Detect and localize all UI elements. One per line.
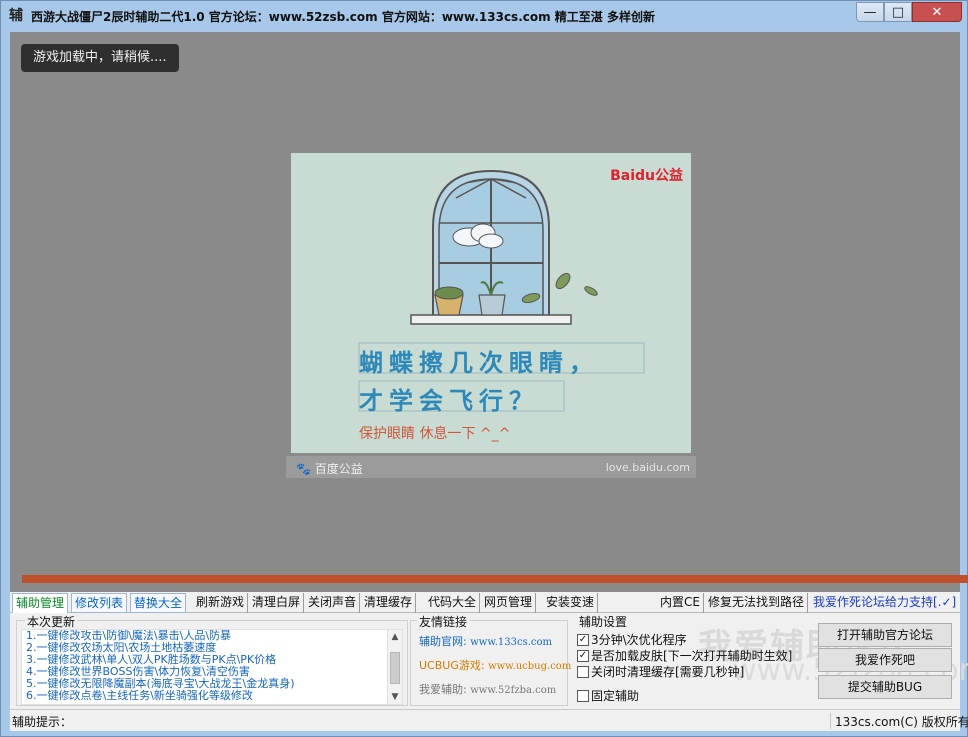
clear-whitescreen-button[interactable]: 清理白屏: [249, 593, 305, 613]
checkbox[interactable]: ✓: [577, 649, 589, 662]
close-button[interactable]: ✕: [912, 2, 962, 22]
settings-title: 辅助设置: [577, 613, 630, 630]
link-url[interactable]: www.133cs.com: [470, 637, 552, 648]
link-label: 辅助官网:: [419, 635, 467, 648]
loading-message: 游戏加载中，请稍候....: [21, 44, 179, 72]
scroll-up-icon[interactable]: ▲: [388, 630, 402, 644]
option-label: 是否加载皮肤[下一次打开辅助时生效]: [591, 649, 793, 663]
updates-scrollbar[interactable]: ▲ ▼: [387, 630, 402, 704]
ad-headline-1: 蝴蝶擦几次眼睛，: [359, 349, 599, 377]
maximize-icon: □: [891, 4, 905, 20]
window-title: 西游大战僵尸2辰时辅助二代1.0 官方论坛：www.52zsb.com 官方网站…: [31, 10, 655, 24]
install-speed-button[interactable]: 安装变速: [543, 593, 599, 613]
status-bar: 辅助提示： 133cs.com(C) 版权所有: [10, 709, 968, 731]
clear-cache-button[interactable]: 清理缓存: [361, 593, 417, 613]
refresh-game-button[interactable]: 刷新游戏: [193, 593, 249, 613]
paw-icon: 🐾: [296, 462, 311, 476]
option-pin-assistant[interactable]: 固定辅助: [577, 687, 639, 704]
option-clear-cache-on-exit[interactable]: 关闭时清理缓存[需要几秒钟]: [577, 663, 744, 680]
ad-footer-url[interactable]: love.baidu.com: [606, 461, 690, 474]
close-icon: ✕: [931, 4, 943, 20]
52fzba-link[interactable]: 我爱辅助: www.52fzba.com: [419, 681, 556, 697]
ad-footer: 🐾 百度公益 love.baidu.com: [286, 456, 696, 478]
builtin-ce-button[interactable]: 内置CE: [657, 593, 704, 613]
ucbug-link[interactable]: UCBUG游戏: www.ucbug.com: [419, 657, 571, 673]
loading-progress-bar: [22, 575, 968, 583]
loading-progress-fill: [22, 575, 968, 583]
forum-support-link[interactable]: 我爱作死论坛给力支持[.✓]: [810, 593, 959, 613]
submit-bug-button[interactable]: 提交辅助BUG: [818, 675, 952, 699]
open-forum-button[interactable]: 打开辅助官方论坛: [818, 623, 952, 647]
option-label: 关闭时清理缓存[需要几秒钟]: [591, 665, 745, 679]
ad-footer-left: 🐾 百度公益: [296, 460, 363, 477]
settings-group: 辅助设置 ✓ 3分钟\次优化程序 ✓ 是否加载皮肤[下一次打开辅助时生效] 关闭…: [570, 613, 814, 706]
scroll-thumb[interactable]: [390, 652, 400, 684]
link-label: UCBUG游戏:: [419, 659, 485, 672]
ad-slogan: 保护眼睛 休息一下 ^_^: [359, 426, 511, 442]
links-title: 友情链接: [417, 613, 470, 630]
option-label: 固定辅助: [591, 689, 640, 703]
link-label: 我爱辅助:: [419, 683, 467, 696]
maximize-button[interactable]: □: [884, 2, 912, 22]
minimize-icon: —: [863, 4, 877, 20]
status-hint: 辅助提示：: [12, 715, 73, 729]
baidu-ad-image: Baidu公益 蝴蝶擦几次眼睛， 才学会飞行？ 保护眼睛 休息一下 ^_^: [291, 153, 691, 453]
link-url[interactable]: www.ucbug.com: [488, 661, 571, 672]
updates-group: 本次更新 1.一键修改攻击\防御\魔法\暴击\人品\防暴 2.一键修改农场太阳\…: [16, 613, 408, 706]
woai-zuosi-button[interactable]: 我爱作死吧: [818, 648, 952, 672]
title-bar[interactable]: 辅 西游大战僵尸2辰时辅助二代1.0 官方论坛：www.52zsb.com 官方…: [1, 1, 967, 31]
checkbox[interactable]: [577, 665, 589, 678]
option-optimize[interactable]: ✓ 3分钟\次优化程序: [577, 631, 687, 648]
mute-sound-button[interactable]: 关闭声音: [305, 593, 361, 613]
ad-footer-brand: 百度公益: [314, 462, 363, 476]
toolbar-strip: 辅助管理 修改列表 替换大全 刷新游戏 清理白屏 关闭声音 清理缓存 代码大全 …: [10, 592, 960, 613]
link-url[interactable]: www.52fzba.com: [470, 685, 556, 696]
tab-assist-manage[interactable]: 辅助管理: [12, 593, 69, 613]
option-load-skin[interactable]: ✓ 是否加载皮肤[下一次打开辅助时生效]: [577, 647, 792, 664]
ad-headline-2: 才学会飞行？: [359, 387, 539, 415]
tab-replace-all[interactable]: 替换大全: [130, 593, 187, 613]
game-viewport[interactable]: 游戏加载中，请稍候.... Baidu公益 蝴蝶擦几次眼睛， 才学会飞行？ 保护…: [10, 32, 968, 592]
app-window: 辅 西游大战僵尸2辰时辅助二代1.0 官方论坛：www.52zsb.com 官方…: [0, 0, 968, 737]
option-label: 3分钟\次优化程序: [591, 633, 687, 647]
scroll-down-icon[interactable]: ▼: [388, 690, 402, 704]
bottom-panel: 本次更新 1.一键修改攻击\防御\魔法\暴击\人品\防暴 2.一键修改农场太阳\…: [10, 613, 968, 709]
copyright-text: 133cs.com(C) 版权所有: [830, 713, 968, 729]
web-manage-button[interactable]: 网页管理: [481, 593, 537, 613]
app-icon: 辅: [9, 8, 23, 24]
minimize-button[interactable]: —: [856, 2, 884, 22]
baidu-logo: Baidu公益: [610, 168, 683, 184]
checkbox[interactable]: ✓: [577, 633, 589, 646]
updates-title: 本次更新: [25, 613, 78, 630]
updates-list[interactable]: 1.一键修改攻击\防御\魔法\暴击\人品\防暴 2.一键修改农场太阳\农场土地枯…: [21, 629, 403, 705]
list-item: 6.一键修改点卷\主线任务\新坐骑强化等级修改: [26, 689, 253, 702]
tab-modify-list[interactable]: 修改列表: [71, 593, 128, 613]
fix-path-button[interactable]: 修复无法找到路径: [705, 593, 809, 613]
code-collection-button[interactable]: 代码大全: [425, 593, 481, 613]
links-group: 友情链接 辅助官网: www.133cs.com UCBUG游戏: www.uc…: [410, 613, 571, 706]
official-site-link[interactable]: 辅助官网: www.133cs.com: [419, 633, 552, 649]
checkbox[interactable]: [577, 689, 589, 702]
